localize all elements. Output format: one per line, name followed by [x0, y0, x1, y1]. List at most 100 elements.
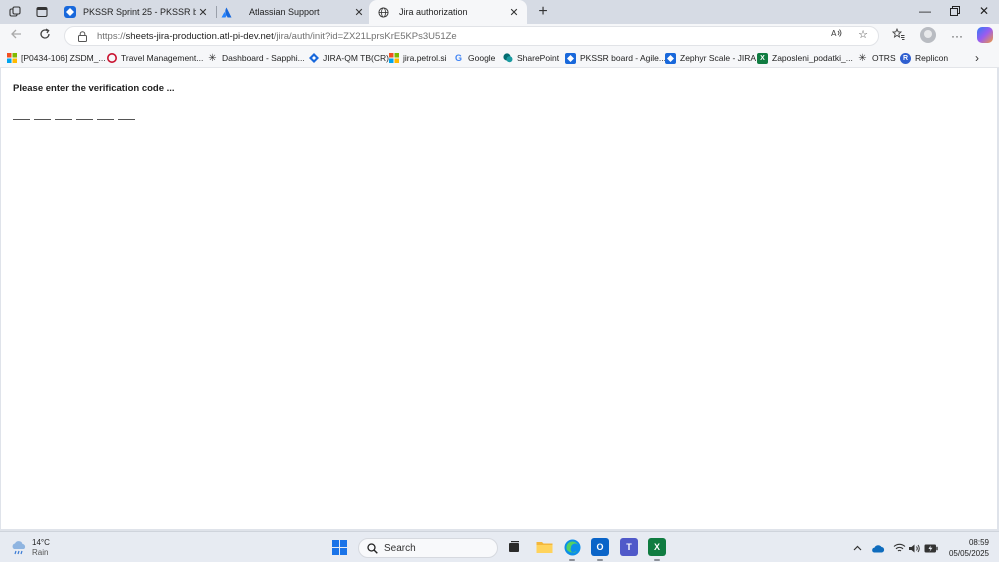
- refresh-button[interactable]: [35, 27, 55, 45]
- favorite-star-icon[interactable]: ☆: [855, 27, 871, 43]
- toolbar: https://sheets-jira-production.atl-pi-de…: [0, 24, 999, 48]
- workspaces-icon[interactable]: [7, 4, 23, 20]
- clock-date: 05/05/2025: [948, 549, 989, 558]
- new-tab-button[interactable]: +: [533, 2, 553, 22]
- tab-strip: PKSSR Sprint 25 - PKSSR board - ✕ Atlass…: [0, 0, 999, 24]
- clock[interactable]: 08:59 05/05/2025: [949, 537, 989, 559]
- bookmark-google[interactable]: G Google: [453, 51, 495, 65]
- code-digit-4[interactable]: [76, 106, 93, 120]
- rain-cloud-icon: [10, 540, 28, 556]
- restore-button[interactable]: [940, 0, 970, 24]
- close-window-button[interactable]: ✕: [969, 0, 999, 24]
- search-label: Search: [384, 542, 416, 554]
- profile-avatar[interactable]: [920, 27, 936, 43]
- chevron-up-icon[interactable]: [850, 541, 864, 555]
- bookmark-label: Google: [468, 53, 496, 63]
- bookmark-p0434[interactable]: [P0434-106] ZSDM_...: [6, 51, 106, 65]
- bookmark-label: PKSSR board - Agile...: [580, 53, 666, 63]
- edge-browser-icon[interactable]: [563, 538, 581, 561]
- bookmark-label: [P0434-106] ZSDM_...: [21, 53, 106, 63]
- bookmark-dashboard-sapphire[interactable]: ✳ Dashboard - Sapphi...: [207, 51, 305, 65]
- bookmark-label: Zaposleni_podatki_...: [772, 53, 853, 63]
- clock-time: 08:59: [968, 538, 989, 547]
- taskbar: 14°C Rain Search O T X 08:59 05/05/2025: [0, 531, 999, 562]
- code-digit-3[interactable]: [55, 106, 72, 120]
- bookmark-otrs[interactable]: ✳ OTRS: [857, 51, 896, 65]
- jira-icon: [665, 52, 676, 64]
- excel-icon[interactable]: X: [648, 538, 666, 561]
- url-text: https://sheets-jira-production.atl-pi-de…: [97, 31, 457, 42]
- replicon-icon: R: [900, 52, 911, 64]
- jira-icon: [308, 53, 319, 64]
- close-tab-icon[interactable]: ✕: [352, 6, 366, 19]
- close-tab-icon[interactable]: ✕: [507, 6, 521, 19]
- bookmark-label: Replicon: [915, 53, 949, 63]
- code-digit-1[interactable]: [13, 106, 30, 120]
- wifi-icon[interactable]: [892, 541, 906, 555]
- volume-icon[interactable]: [907, 541, 921, 555]
- verification-prompt: Please enter the verification code ...: [13, 83, 175, 94]
- google-icon: G: [454, 53, 462, 63]
- search-icon: [366, 542, 378, 554]
- bookmark-label: JIRA-QM TB(CR): [323, 53, 389, 63]
- bookmark-label: jira.petrol.si: [403, 53, 447, 63]
- bookmark-jira-qm[interactable]: JIRA-QM TB(CR): [308, 51, 389, 65]
- outlook-icon[interactable]: O: [591, 538, 609, 561]
- code-digit-2[interactable]: [34, 106, 51, 120]
- weather-widget[interactable]: 14°C Rain: [10, 538, 50, 558]
- url-path: /jira/auth/init?id=ZX21LprsKrE5KPs3U51Ze: [273, 30, 457, 42]
- tab-atlassian-support[interactable]: Atlassian Support ✕: [212, 0, 372, 24]
- tab-title: Jira authorization: [399, 7, 468, 17]
- sapphire-icon: ✳: [208, 52, 217, 64]
- lock-icon[interactable]: [75, 29, 89, 43]
- url-host: sheets-jira-production.atl-pi-dev.net: [125, 30, 274, 42]
- minimize-button[interactable]: —: [910, 0, 940, 24]
- taskbar-search[interactable]: Search: [358, 538, 498, 558]
- bookmark-sharepoint[interactable]: SharePoint: [502, 51, 559, 65]
- bookmark-label: Travel Management...: [121, 53, 204, 63]
- more-menu-icon[interactable]: ···: [948, 27, 966, 45]
- task-view-icon[interactable]: [505, 538, 523, 556]
- read-aloud-icon[interactable]: A: [829, 27, 845, 43]
- sharepoint-icon: [502, 53, 513, 64]
- atlassian-icon: [220, 6, 232, 18]
- bookmark-label: SharePoint: [517, 53, 560, 63]
- bookmark-label: Zephyr Scale - JIRA: [680, 53, 757, 63]
- teams-icon[interactable]: T: [620, 538, 638, 556]
- chevron-right-icon[interactable]: ›: [970, 50, 984, 66]
- windows-logo-icon: [6, 53, 17, 64]
- bookmark-pkssr-board[interactable]: PKSSR board - Agile...: [565, 51, 666, 65]
- url-scheme: https://: [97, 30, 126, 42]
- jira-icon: [565, 52, 576, 64]
- bookmarks-bar: [P0434-106] ZSDM_... Travel Management..…: [0, 48, 999, 68]
- close-tab-icon[interactable]: ✕: [196, 6, 210, 19]
- svg-text:A: A: [831, 29, 837, 38]
- bookmark-zaposleni[interactable]: X Zaposleni_podatki_...: [757, 51, 853, 65]
- address-bar[interactable]: https://sheets-jira-production.atl-pi-de…: [64, 26, 879, 46]
- file-explorer-icon[interactable]: [535, 538, 553, 556]
- bookmark-jira-petrol[interactable]: jira.petrol.si: [388, 51, 446, 65]
- weather-condition: Rain: [32, 548, 49, 557]
- windows-logo-icon: [388, 53, 399, 64]
- excel-icon: X: [757, 52, 768, 64]
- tab-jira-authorization[interactable]: Jira authorization ✕: [369, 0, 527, 24]
- bookmark-travel-management[interactable]: Travel Management...: [106, 51, 203, 65]
- favorites-icon[interactable]: [889, 27, 907, 45]
- bookmark-replicon[interactable]: R Replicon: [900, 51, 948, 65]
- code-digit-6[interactable]: [118, 106, 135, 120]
- onedrive-icon[interactable]: [871, 541, 885, 555]
- jira-icon: [64, 6, 76, 18]
- tab-title: PKSSR Sprint 25 - PKSSR board -: [83, 7, 196, 17]
- bookmark-label: Dashboard - Sapphi...: [222, 53, 305, 63]
- copilot-icon[interactable]: [977, 27, 993, 43]
- tab-actions-icon[interactable]: [34, 4, 50, 20]
- tab-pkssr-sprint[interactable]: PKSSR Sprint 25 - PKSSR board - ✕: [56, 0, 216, 24]
- bookmark-zephyr-scale[interactable]: Zephyr Scale - JIRA: [665, 51, 756, 65]
- globe-icon: [377, 6, 389, 18]
- back-button[interactable]: [6, 27, 26, 45]
- bookmark-label: OTRS: [872, 53, 896, 63]
- code-digit-5[interactable]: [97, 106, 114, 120]
- start-button[interactable]: [332, 540, 347, 555]
- tab-title: Atlassian Support: [249, 7, 320, 17]
- battery-icon[interactable]: [924, 541, 938, 555]
